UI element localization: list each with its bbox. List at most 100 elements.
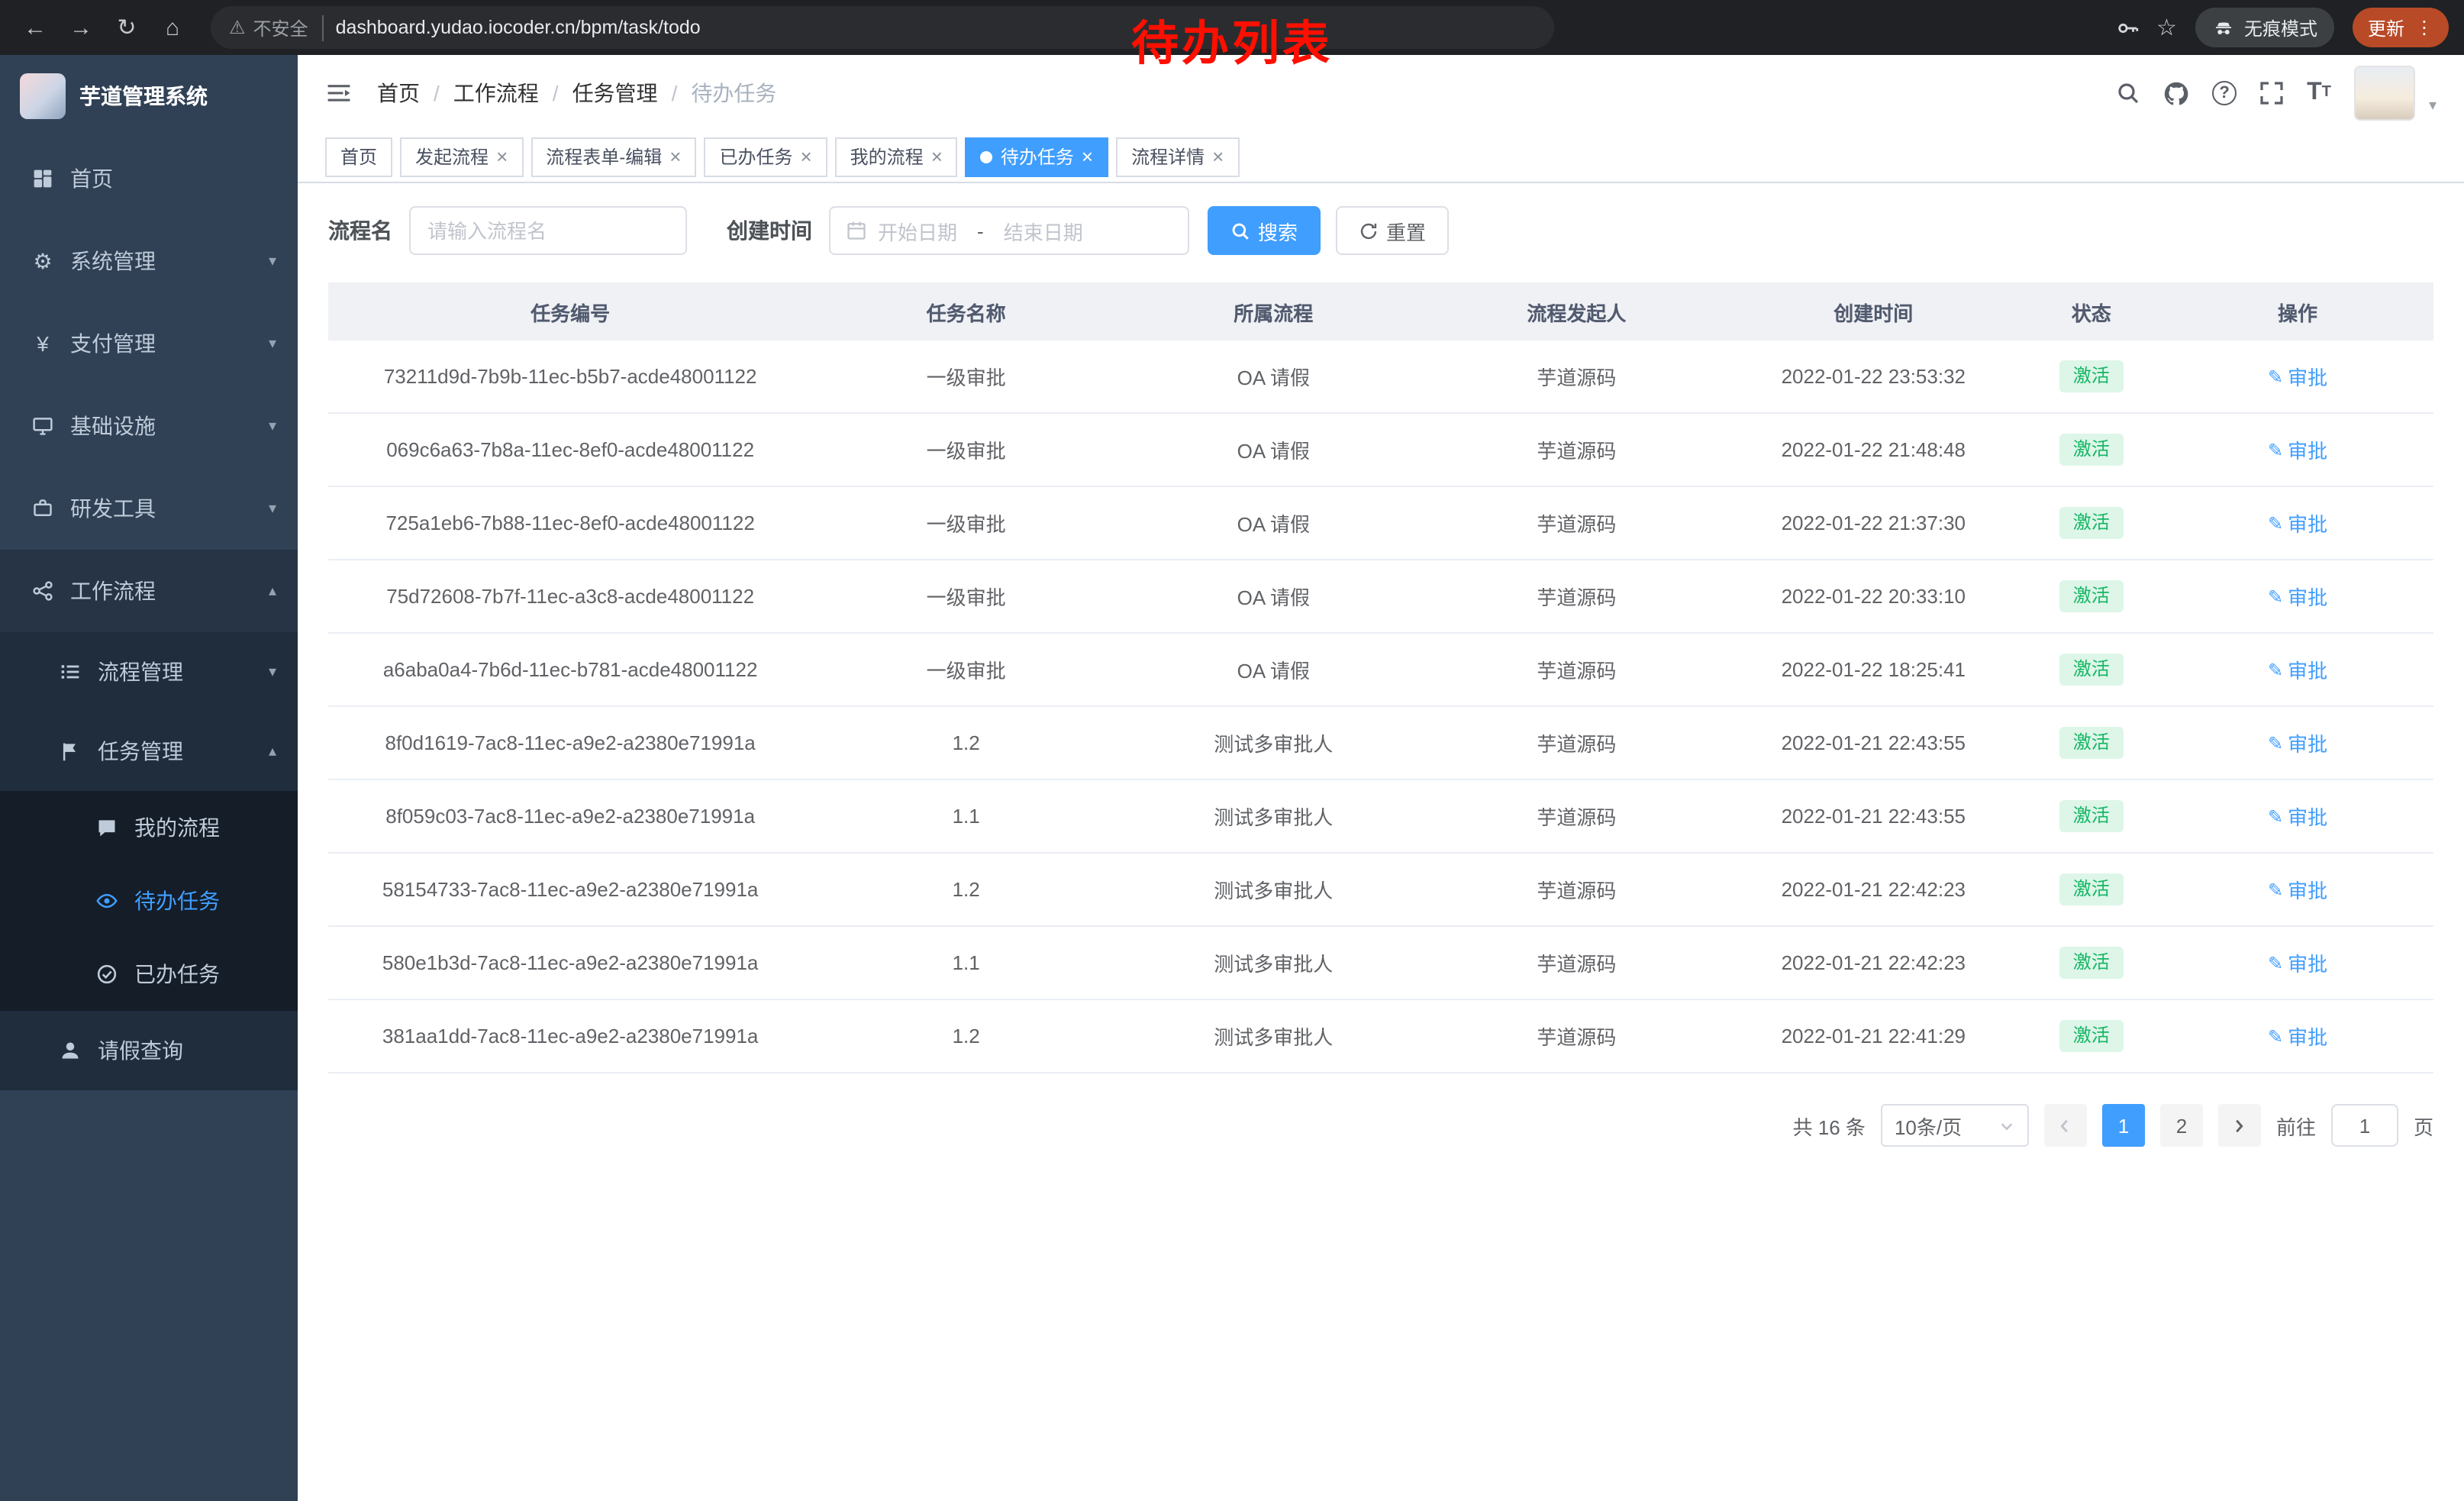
end-date-placeholder: 结束日期 [1004, 216, 1083, 245]
app-logo[interactable]: 芋道管理系统 [0, 55, 298, 137]
breadcrumb-item[interactable]: 工作流程 [453, 78, 539, 108]
view-tab[interactable]: 已办任务 × [704, 137, 827, 176]
annotation-overlay: 待办列表 [1131, 5, 1333, 73]
sidebar-item-process-manage[interactable]: 流程管理 ▾ [0, 632, 298, 712]
star-icon[interactable]: ☆ [2156, 14, 2177, 41]
reload-icon[interactable]: ↻ [107, 8, 147, 47]
status-badge: 激活 [2059, 873, 2124, 905]
tab-label: 发起流程 [415, 144, 489, 169]
view-tab[interactable]: 我的流程 × [835, 137, 958, 176]
sidebar-item-home[interactable]: 首页 [0, 137, 298, 220]
task-name-cell: 一级审批 [812, 582, 1120, 611]
task-id-cell: 8f0d1619-7ac8-11ec-a9e2-a2380e71991a [328, 731, 812, 754]
sidebar-item-my-process[interactable]: 我的流程 [0, 791, 298, 864]
reset-button[interactable]: 重置 [1336, 206, 1449, 255]
sidebar-item-label: 我的流程 [134, 812, 220, 843]
total-count: 共 16 条 [1793, 1111, 1866, 1140]
sidebar-item-done-tasks[interactable]: 已办任务 [0, 938, 298, 1011]
approve-link[interactable]: ✎ 审批 [2268, 728, 2327, 757]
search-button[interactable]: 搜索 [1208, 206, 1321, 255]
approve-link[interactable]: ✎ 审批 [2268, 582, 2327, 611]
help-icon[interactable]: ? [2212, 81, 2237, 105]
font-size-icon[interactable]: TT [2307, 81, 2331, 105]
sidebar-item-infrastructure[interactable]: 基础设施 ▾ [0, 385, 298, 467]
avatar[interactable] [2354, 66, 2415, 121]
goto-page-input[interactable] [2331, 1104, 2398, 1147]
sidebar-item-todo-tasks[interactable]: 待办任务 [0, 864, 298, 938]
status-badge: 激活 [2059, 1019, 2124, 1052]
key-icon[interactable] [2115, 16, 2138, 39]
back-icon[interactable]: ← [15, 8, 55, 47]
approve-link[interactable]: ✎ 审批 [2268, 362, 2327, 391]
close-icon[interactable]: × [931, 147, 943, 166]
close-icon[interactable]: × [800, 147, 811, 166]
next-page-button[interactable] [2218, 1104, 2261, 1147]
breadcrumb-item[interactable]: 任务管理 [572, 78, 658, 108]
status-cell: 激活 [2021, 873, 2162, 905]
status-badge: 激活 [2059, 433, 2124, 466]
initiator-cell: 芋道源码 [1427, 362, 1727, 391]
page-size-select[interactable]: 10条/页 [1881, 1104, 2029, 1147]
initiator-cell: 芋道源码 [1427, 1022, 1727, 1051]
tab-label: 流程详情 [1131, 144, 1205, 169]
sidebar-item-label: 研发工具 [70, 493, 156, 524]
sidebar-item-system[interactable]: ⚙ 系统管理 ▾ [0, 220, 298, 302]
fullscreen-icon[interactable] [2259, 81, 2284, 105]
sidebar-item-label: 已办任务 [134, 959, 220, 989]
date-range-picker[interactable]: 开始日期 - 结束日期 [829, 206, 1189, 255]
view-tab[interactable]: 流程详情 × [1116, 137, 1239, 176]
status-cell: 激活 [2021, 1019, 2162, 1052]
address-bar[interactable]: ⚠ 不安全 dashboard.yudao.iocoder.cn/bpm/tas… [211, 6, 1554, 49]
collapse-sidebar-icon[interactable] [325, 79, 353, 107]
sidebar-item-label: 请假查询 [98, 1035, 183, 1066]
approve-link[interactable]: ✎ 审批 [2268, 948, 2327, 977]
process-cell: 测试多审批人 [1120, 728, 1427, 757]
approve-link[interactable]: ✎ 审批 [2268, 1022, 2327, 1051]
status-badge: 激活 [2059, 506, 2124, 539]
close-icon[interactable]: × [1082, 147, 1093, 166]
process-name-input[interactable] [409, 206, 687, 255]
approve-link[interactable]: ✎ 审批 [2268, 802, 2327, 831]
approve-link[interactable]: ✎ 审批 [2268, 508, 2327, 537]
sidebar-item-payment[interactable]: ¥ 支付管理 ▾ [0, 302, 298, 385]
created-time-cell: 2022-01-22 21:37:30 [1726, 512, 2021, 534]
sidebar-item-devtools[interactable]: 研发工具 ▾ [0, 467, 298, 550]
created-time-cell: 2022-01-21 22:43:55 [1726, 805, 2021, 828]
view-tab[interactable]: 发起流程 × [400, 137, 523, 176]
approve-link[interactable]: ✎ 审批 [2268, 655, 2327, 684]
sidebar-item-workflow[interactable]: 工作流程 ▴ [0, 550, 298, 632]
approve-link[interactable]: ✎ 审批 [2268, 435, 2327, 464]
page-number-button[interactable]: 1 [2102, 1104, 2145, 1147]
page-number-button[interactable]: 2 [2160, 1104, 2203, 1147]
page-size-value: 10条/页 [1895, 1111, 1962, 1140]
approve-link-label: 审批 [2288, 875, 2327, 904]
process-cell: OA 请假 [1120, 582, 1427, 611]
view-tab[interactable]: 首页 [325, 137, 392, 176]
sidebar-item-task-manage[interactable]: 任务管理 ▴ [0, 712, 298, 791]
tab-label: 已办任务 [719, 144, 792, 169]
process-cell: OA 请假 [1120, 362, 1427, 391]
sidebar-item-label: 支付管理 [70, 328, 156, 359]
update-button[interactable]: 更新 ⋮ [2353, 8, 2449, 47]
close-icon[interactable]: × [496, 147, 508, 166]
home-icon[interactable]: ⌂ [153, 8, 192, 47]
process-cell: 测试多审批人 [1120, 802, 1427, 831]
list-icon [58, 661, 82, 683]
close-icon[interactable]: × [1212, 147, 1224, 166]
prev-page-button[interactable] [2044, 1104, 2087, 1147]
github-icon[interactable] [2163, 80, 2189, 106]
breadcrumb-item[interactable]: 首页 [377, 78, 420, 108]
view-tab[interactable]: 待办任务 × [966, 137, 1108, 176]
site-security-label[interactable]: ⚠ 不安全 [229, 15, 324, 40]
pagination: 共 16 条 10条/页 [328, 1104, 2433, 1147]
status-badge: 激活 [2059, 946, 2124, 979]
task-name-cell: 1.2 [812, 731, 1120, 754]
url-text: dashboard.yudao.iocoder.cn/bpm/task/todo [336, 17, 701, 38]
forward-icon[interactable]: → [61, 8, 101, 47]
breadcrumb-separator: / [672, 81, 678, 105]
sidebar-item-leave-query[interactable]: 请假查询 [0, 1011, 298, 1090]
search-icon[interactable] [2116, 81, 2140, 105]
approve-link[interactable]: ✎ 审批 [2268, 875, 2327, 904]
close-icon[interactable]: × [669, 147, 681, 166]
view-tab[interactable]: 流程表单-编辑 × [531, 137, 696, 176]
